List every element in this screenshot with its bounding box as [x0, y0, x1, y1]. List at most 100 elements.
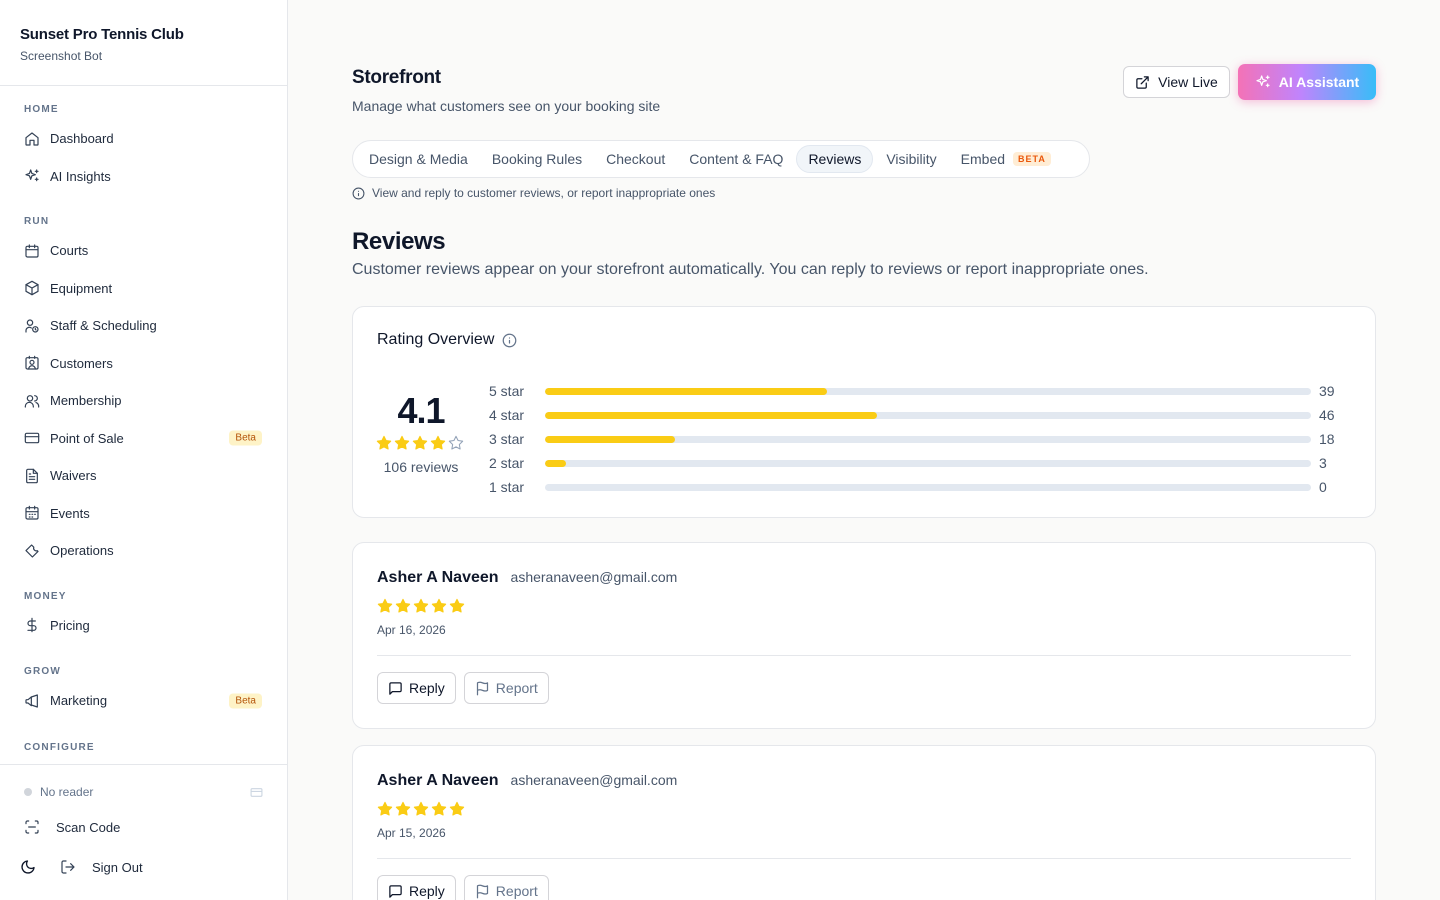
sidebar-item-label: Customers	[50, 355, 113, 371]
sidebar-item-staff-scheduling[interactable]: Staff & Scheduling	[0, 307, 287, 345]
file-text-icon	[26, 468, 38, 484]
star-filled-icon	[377, 598, 393, 613]
report-button[interactable]: Report	[463, 672, 549, 704]
sidebar-item-events[interactable]: Events	[0, 495, 287, 533]
review-count: 106 reviews	[383, 459, 459, 475]
sidebar-item-customers[interactable]: Customers	[0, 345, 287, 383]
beta-badge: Beta	[229, 430, 262, 446]
divider	[377, 858, 1351, 859]
section-label-configure: CONFIGURE	[24, 741, 95, 753]
star-filled-icon	[430, 435, 446, 450]
sidebar: Sunset Pro Tennis Club Screenshot Bot HO…	[0, 0, 288, 900]
contact-icon	[25, 355, 39, 370]
rating-overview-card: Rating Overview 4.1 106 reviews 5 star 3…	[352, 306, 1376, 518]
sidebar-item-waivers[interactable]: Waivers	[0, 457, 287, 495]
distribution-label: 4 star	[489, 407, 525, 423]
calendar-range-icon	[25, 505, 39, 520]
sparkles-icon	[25, 169, 39, 182]
sidebar-item-label: Events	[50, 505, 90, 521]
sidebar-item-marketing[interactable]: Marketing Beta	[0, 682, 287, 720]
section-label-grow: GROW	[24, 666, 62, 677]
distribution-row: 4 star 46	[489, 403, 1349, 427]
star-filled-icon	[394, 435, 410, 450]
reply-label: Reply	[409, 680, 445, 696]
review-rating-stars	[377, 598, 467, 614]
sidebar-item-label: Operations	[50, 543, 114, 559]
credit-card-icon[interactable]	[250, 786, 263, 799]
rating-overview-title: Rating Overview	[377, 331, 517, 349]
brand-block: Sunset Pro Tennis Club Screenshot Bot	[0, 0, 287, 86]
tab-checkout[interactable]: Checkout	[595, 145, 676, 173]
dollar-icon	[27, 617, 37, 633]
tab-reviews[interactable]: Reviews	[796, 145, 874, 173]
rating-distribution: 5 star 39 4 star 46 3 star 18 2 star 3 1…	[489, 379, 1349, 499]
distribution-row: 3 star 18	[489, 427, 1349, 451]
home-icon	[25, 132, 39, 146]
star-filled-icon	[395, 801, 411, 816]
external-link-icon	[1136, 75, 1149, 89]
megaphone-icon	[25, 694, 38, 708]
review-card: Asher A Naveen asheranaveen@gmail.com Ap…	[352, 745, 1376, 900]
tab-visibility[interactable]: Visibility	[875, 145, 947, 173]
flag-icon	[476, 681, 488, 695]
section-label-home: HOME	[24, 104, 59, 115]
sidebar-item-label: Membership	[50, 393, 122, 409]
divider	[377, 655, 1351, 656]
distribution-count: 18	[1319, 431, 1335, 447]
distribution-label: 2 star	[489, 455, 525, 471]
sidebar-item-membership[interactable]: Membership	[0, 382, 287, 420]
sidebar-item-label: Point of Sale	[50, 430, 124, 446]
star-filled-icon	[376, 435, 392, 450]
sidebar-item-pricing[interactable]: Pricing	[0, 607, 287, 645]
sparkles-icon	[1256, 75, 1270, 88]
sidebar-item-point-of-sale[interactable]: Point of Sale Beta	[0, 420, 287, 458]
star-filled-icon	[413, 598, 429, 613]
tab-booking-rules[interactable]: Booking Rules	[481, 145, 593, 173]
average-rating: 4.1 106 reviews	[373, 391, 469, 475]
info-icon	[352, 187, 365, 199]
main-content: Storefront Manage what customers see on …	[288, 0, 1440, 900]
scan-icon	[25, 820, 39, 834]
star-filled-icon	[412, 435, 428, 450]
distribution-fill	[545, 435, 676, 443]
sign-out-button[interactable]: Sign Out	[92, 860, 143, 875]
view-live-button[interactable]: View Live	[1123, 66, 1230, 98]
reader-status-label: No reader	[40, 785, 94, 799]
star-filled-icon	[449, 801, 465, 816]
user-clock-icon	[25, 319, 39, 333]
review-header: Asher A Naveen asheranaveen@gmail.com	[377, 772, 677, 790]
tab-content-faq[interactable]: Content & FAQ	[678, 145, 794, 173]
ai-assistant-button[interactable]: AI Assistant	[1238, 64, 1376, 100]
distribution-track	[545, 387, 1311, 395]
user-name: Screenshot Bot	[20, 49, 103, 63]
section-label-run: RUN	[24, 216, 50, 227]
distribution-track	[545, 411, 1311, 419]
log-out-icon[interactable]	[60, 859, 76, 875]
sidebar-item-label: Equipment	[50, 280, 113, 296]
users-icon	[24, 394, 40, 408]
sidebar-item-courts[interactable]: Courts	[0, 232, 287, 270]
distribution-count: 39	[1319, 383, 1335, 399]
sidebar-item-dashboard[interactable]: Dashboard	[0, 120, 287, 158]
info-icon[interactable]	[502, 333, 517, 348]
sidebar-item-operations[interactable]: Operations	[0, 532, 287, 570]
sidebar-item-ai-insights[interactable]: AI Insights	[0, 158, 287, 196]
scan-code-button[interactable]: Scan Code	[24, 819, 120, 835]
reply-button[interactable]: Reply	[377, 875, 456, 900]
star-filled-icon	[395, 598, 411, 613]
reply-button[interactable]: Reply	[377, 672, 456, 704]
star-filled-icon	[413, 801, 429, 816]
tab-embed[interactable]: Embed BETA	[950, 145, 1062, 173]
star-empty-icon	[448, 435, 464, 450]
distribution-label: 3 star	[489, 431, 525, 447]
average-rating-stars	[373, 435, 469, 451]
tab-hint: View and reply to customer reviews, or r…	[352, 186, 715, 200]
section-label-money: MONEY	[24, 590, 67, 602]
page-subtitle: Manage what customers see on your bookin…	[352, 98, 661, 114]
storefront-tabs: Design & Media Booking Rules Checkout Co…	[352, 140, 1090, 178]
sidebar-item-equipment[interactable]: Equipment	[0, 270, 287, 308]
reviewer-name: Asher A Naveen	[377, 569, 499, 586]
report-button[interactable]: Report	[463, 875, 549, 900]
tab-design-media[interactable]: Design & Media	[358, 145, 479, 173]
moon-icon[interactable]	[20, 859, 36, 875]
